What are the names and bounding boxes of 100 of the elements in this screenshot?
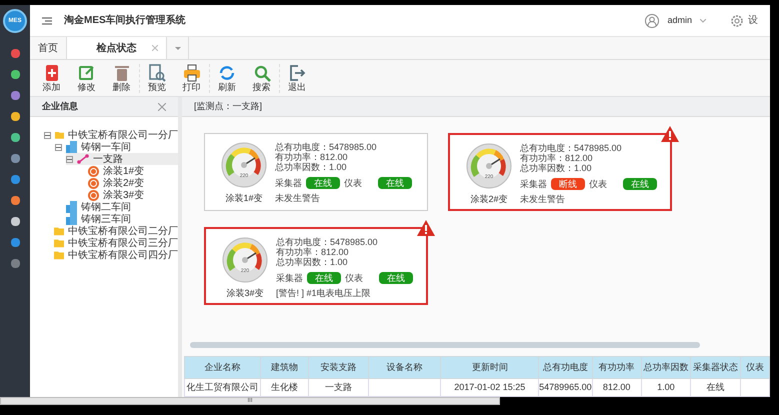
- meter-label: 仪表: [345, 273, 363, 283]
- collector-label: 采集器: [275, 178, 302, 188]
- building-icon: [66, 141, 77, 153]
- panel-title: 企业信息: [42, 100, 78, 113]
- preview-icon: [148, 64, 166, 82]
- collector-label: 采集器: [520, 179, 547, 189]
- tree-label: 中铁宝桥有限公司二分厂: [68, 224, 178, 238]
- nav-icon[interactable]: [10, 112, 20, 121]
- folder-icon: [54, 238, 64, 248]
- warning-text: [警告! ] #1电表电压上限: [276, 288, 372, 298]
- status-badge: 在线: [307, 272, 341, 284]
- toolbar-button[interactable]: 退出: [279, 64, 314, 92]
- nav-icon[interactable]: [10, 196, 20, 205]
- device-name: 涂装1#变: [225, 192, 262, 205]
- folder-icon: [55, 130, 64, 140]
- app-title: 淘金MES车间执行管理系统: [64, 13, 186, 28]
- status-badge: 在线: [306, 177, 340, 189]
- nav-icon[interactable]: [10, 154, 20, 163]
- reading-text: 总功率因数：1.00: [276, 257, 349, 267]
- meter-label: 仪表: [344, 178, 362, 188]
- tree-row[interactable]: 涂装1#变: [77, 165, 178, 177]
- menu-icon[interactable]: [42, 16, 52, 24]
- column-header[interactable]: 仪表: [740, 356, 770, 378]
- reading-text: 总有功电度：5478985.00: [276, 237, 379, 247]
- building-icon: [66, 201, 77, 213]
- tree-label: 涂装1#变: [103, 164, 144, 178]
- tree-label: 中铁宝桥有限公司四分厂: [68, 248, 178, 262]
- reading-text: 总有功电度：5478985.00: [520, 143, 623, 153]
- tree-row[interactable]: 铸钢三车间: [55, 213, 178, 225]
- tree-label: 涂装2#变: [103, 176, 144, 190]
- toggle-icon[interactable]: [55, 144, 62, 150]
- toolbar-button[interactable]: 修改: [69, 64, 104, 92]
- column-header[interactable]: 建筑物: [260, 356, 308, 378]
- toolbar-button[interactable]: 预览: [139, 64, 174, 92]
- tree-label: 中铁宝桥有限公司三分厂: [68, 236, 178, 250]
- tree-row[interactable]: 中铁宝桥有限公司三分厂: [44, 237, 178, 249]
- column-header[interactable]: 企业名称: [184, 356, 260, 378]
- print-icon: [182, 64, 200, 82]
- tab[interactable]: 检点状态: [67, 37, 167, 59]
- column-header[interactable]: 安装支路: [308, 356, 368, 378]
- toolbar-button[interactable]: 删除: [104, 64, 139, 92]
- column-header[interactable]: 采集器状态: [690, 356, 740, 378]
- tree-row[interactable]: 涂装3#变: [77, 189, 178, 201]
- column-header[interactable]: 更新时间: [440, 356, 539, 378]
- nav-icon[interactable]: [10, 133, 20, 142]
- toolbar-button[interactable]: 刷新: [209, 64, 244, 92]
- user-name[interactable]: admin: [667, 14, 692, 28]
- column-header[interactable]: 有功功率: [592, 356, 642, 378]
- device-icon: [88, 166, 99, 176]
- folder-icon: [54, 250, 64, 260]
- table-cell: [740, 378, 770, 396]
- toggle-icon[interactable]: [44, 132, 51, 138]
- settings-label[interactable]: 设: [748, 13, 758, 28]
- toggle-icon[interactable]: [66, 156, 73, 162]
- nav-icon[interactable]: [10, 217, 20, 226]
- toolbar-button[interactable]: 添加: [34, 64, 69, 92]
- reading-text: 有功功率：812.00: [275, 152, 349, 162]
- building-icon: [66, 213, 77, 225]
- reading-text: 总有功电度：5478985.00: [275, 142, 378, 152]
- scrollbar[interactable]: [190, 342, 700, 348]
- status-badge: 在线: [378, 177, 412, 189]
- warning-text: 未发生警告: [275, 193, 321, 203]
- table-cell: 54789965.00: [538, 378, 592, 396]
- tree-row[interactable]: 涂装2#变: [77, 177, 178, 189]
- tree-row[interactable]: 一支路: [66, 153, 178, 165]
- user-icon[interactable]: [645, 14, 660, 28]
- nav-icon[interactable]: [10, 259, 20, 268]
- warning-text: 未发生警告: [520, 194, 566, 204]
- column-header[interactable]: 总有功电度: [538, 356, 592, 378]
- reading-text: 有功功率：812.00: [520, 153, 594, 163]
- nav-icon[interactable]: [10, 49, 20, 58]
- tree-label: 中铁宝桥有限公司一分厂: [68, 128, 178, 142]
- device-icon: [88, 178, 99, 188]
- edit-icon: [78, 64, 96, 82]
- toolbar-button[interactable]: 打印: [174, 64, 209, 92]
- reading-text: 有功功率：812.00: [276, 247, 350, 257]
- column-header[interactable]: 总功率因数: [641, 356, 691, 378]
- tree-label: 涂装3#变: [103, 188, 144, 202]
- folder-icon: [54, 226, 64, 236]
- nav-icon[interactable]: [10, 91, 20, 100]
- nav-icon[interactable]: [10, 238, 20, 247]
- device-name: 涂装2#变: [470, 193, 508, 206]
- tree-row[interactable]: 铸钢一车间: [55, 141, 178, 153]
- tree-row[interactable]: 中铁宝桥有限公司一分厂: [44, 129, 178, 141]
- status-badge: 在线: [379, 272, 413, 284]
- branch-icon: [77, 154, 89, 164]
- monitor-heading: [监测点：一支路]: [194, 100, 262, 113]
- settings-icon[interactable]: [730, 14, 744, 28]
- status-badge: 在线: [623, 178, 657, 190]
- nav-icon[interactable]: [10, 70, 20, 79]
- tree-row[interactable]: 中铁宝桥有限公司四分厂: [44, 249, 178, 261]
- toolbar-button[interactable]: 搜索: [244, 64, 279, 92]
- close-icon[interactable]: [158, 102, 166, 110]
- tree-row[interactable]: 中铁宝桥有限公司二分厂: [44, 225, 178, 237]
- caret-icon[interactable]: [700, 18, 706, 22]
- nav-icon[interactable]: [10, 175, 20, 184]
- device-name: 涂装3#变: [226, 287, 264, 300]
- tree-row[interactable]: 铸钢二车间: [55, 201, 178, 213]
- tree-label: 铸钢二车间: [81, 200, 131, 214]
- column-header[interactable]: 设备名称: [368, 356, 441, 378]
